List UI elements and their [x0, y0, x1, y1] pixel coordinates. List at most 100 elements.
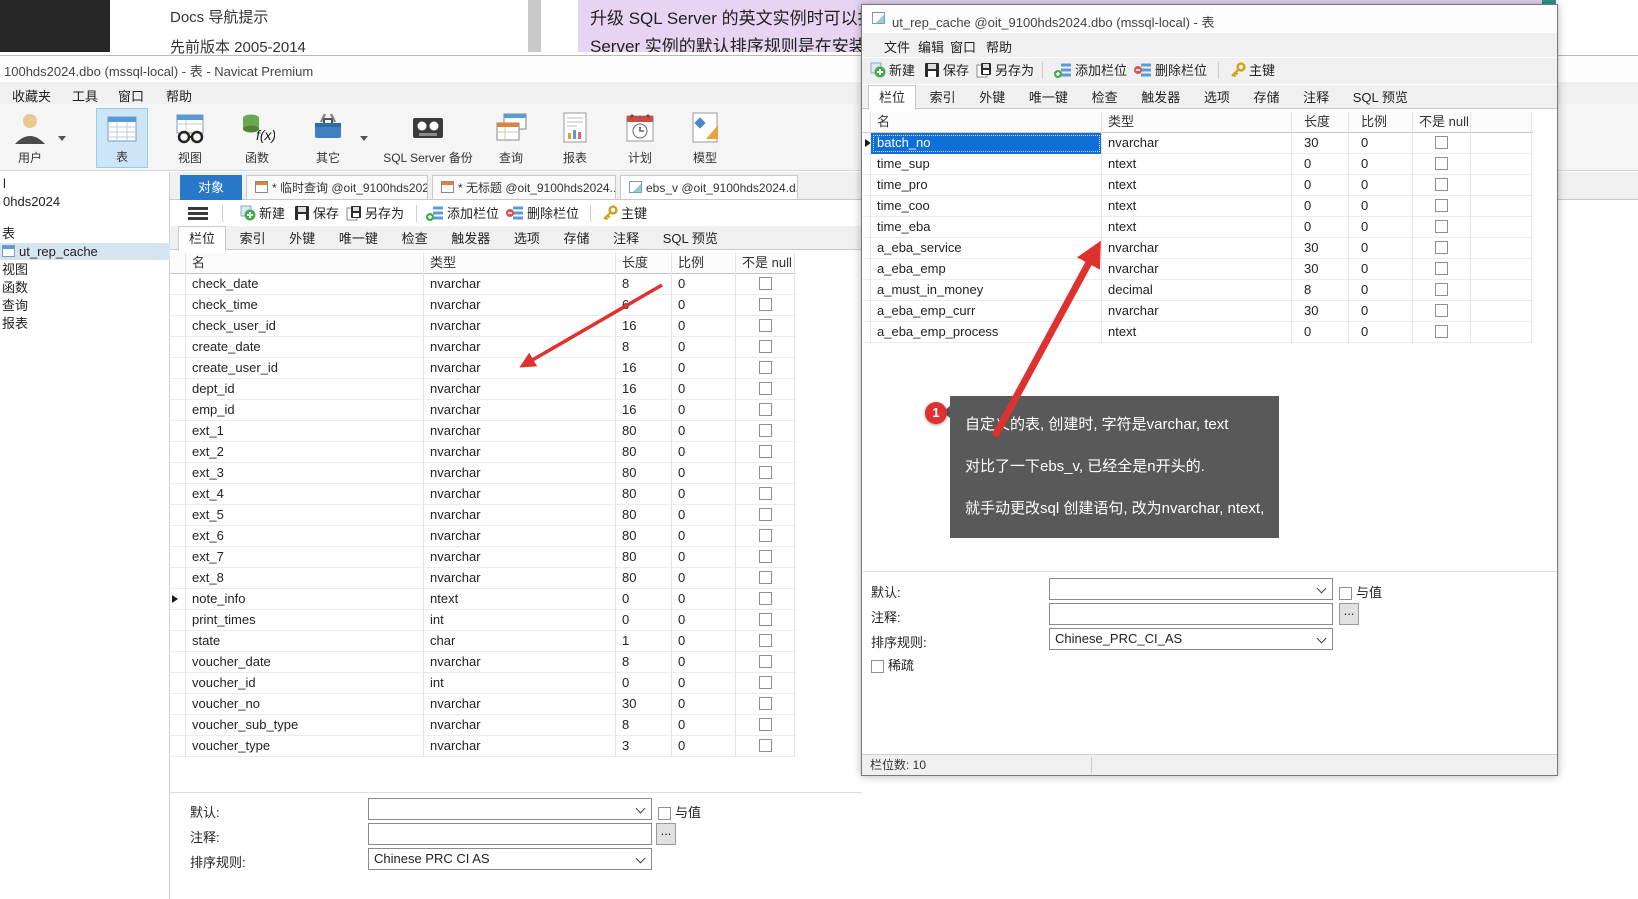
field-type-cell[interactable]: nvarchar: [424, 379, 616, 400]
field-length-cell[interactable]: 16: [616, 379, 672, 400]
col-length[interactable]: 长度: [1292, 112, 1349, 133]
field-name-cell[interactable]: time_eba: [871, 217, 1102, 238]
field-length-cell[interactable]: 0: [1292, 196, 1349, 217]
field-type-cell[interactable]: nvarchar: [424, 463, 616, 484]
field-length-cell[interactable]: 30: [1292, 133, 1349, 154]
field-row[interactable]: ext_5nvarchar800: [170, 505, 796, 526]
not-null-checkbox[interactable]: [1435, 241, 1448, 254]
field-type-cell[interactable]: nvarchar: [424, 274, 616, 295]
tab-objects[interactable]: 对象: [180, 175, 242, 200]
tab-sql-preview[interactable]: SQL 预览: [653, 227, 728, 251]
tab-storage[interactable]: 存储: [1243, 86, 1289, 110]
field-row[interactable]: dept_idnvarchar160: [170, 379, 796, 400]
field-scale-cell[interactable]: 0: [1349, 133, 1413, 154]
primary-key-button[interactable]: 主键: [602, 204, 647, 224]
field-length-cell[interactable]: 8: [616, 652, 672, 673]
tab-ebs-v-design[interactable]: ebs_v @oit_9100hds2024.d...: [620, 175, 798, 200]
field-scale-cell[interactable]: 0: [1349, 154, 1413, 175]
field-name-cell[interactable]: ext_7: [186, 547, 424, 568]
field-length-cell[interactable]: 30: [616, 694, 672, 715]
tab-sql-preview[interactable]: SQL 预览: [1343, 86, 1418, 110]
not-null-checkbox[interactable]: [759, 739, 772, 752]
field-scale-cell[interactable]: 0: [672, 295, 736, 316]
not-null-checkbox[interactable]: [1435, 283, 1448, 296]
sidebar-item-ut-rep-cache[interactable]: ut_rep_cache: [0, 243, 170, 260]
field-row[interactable]: emp_idnvarchar160: [170, 400, 796, 421]
field-scale-cell[interactable]: 0: [672, 526, 736, 547]
field-scale-cell[interactable]: 0: [672, 694, 736, 715]
field-scale-cell[interactable]: 0: [672, 400, 736, 421]
field-row[interactable]: time_ebantext00: [863, 217, 1533, 238]
not-null-checkbox[interactable]: [759, 403, 772, 416]
not-null-checkbox[interactable]: [1435, 304, 1448, 317]
sparse-checkbox[interactable]: 稀疏: [871, 655, 914, 674]
field-name-cell[interactable]: state: [186, 631, 424, 652]
field-length-cell[interactable]: 80: [616, 526, 672, 547]
not-null-checkbox[interactable]: [759, 634, 772, 647]
field-length-cell[interactable]: 80: [616, 463, 672, 484]
field-length-cell[interactable]: 6: [616, 295, 672, 316]
field-name-cell[interactable]: a_eba_emp_curr: [871, 301, 1102, 322]
not-null-checkbox[interactable]: [759, 319, 772, 332]
field-row[interactable]: voucher_nonvarchar300: [170, 694, 796, 715]
default-combo[interactable]: [1049, 578, 1333, 600]
field-scale-cell[interactable]: 0: [672, 505, 736, 526]
field-type-cell[interactable]: nvarchar: [1102, 301, 1292, 322]
field-row[interactable]: ext_2nvarchar800: [170, 442, 796, 463]
not-null-checkbox[interactable]: [759, 340, 772, 353]
collation-combo[interactable]: Chinese PRC CI AS: [368, 848, 652, 870]
field-scale-cell[interactable]: 0: [1349, 322, 1413, 343]
col-scale[interactable]: 比例: [1349, 112, 1413, 133]
tab-fields[interactable]: 栏位: [868, 85, 916, 110]
field-row[interactable]: batch_nonvarchar300: [863, 133, 1533, 154]
collation-combo[interactable]: Chinese_PRC_CI_AS: [1049, 628, 1333, 650]
sidebar-database[interactable]: 0hds2024: [0, 193, 170, 210]
not-null-checkbox[interactable]: [1435, 262, 1448, 275]
tab-temp-query[interactable]: * 临时查询 @oit_9100hds202...: [246, 175, 428, 200]
others-dropdown-icon[interactable]: [360, 136, 368, 141]
field-type-cell[interactable]: decimal: [1102, 280, 1292, 301]
field-type-cell[interactable]: nvarchar: [424, 736, 616, 757]
field-row[interactable]: print_timesint00: [170, 610, 796, 631]
field-name-cell[interactable]: check_user_id: [186, 316, 424, 337]
field-row[interactable]: check_timenvarchar60: [170, 295, 796, 316]
field-name-cell[interactable]: ext_2: [186, 442, 424, 463]
field-scale-cell[interactable]: 0: [672, 652, 736, 673]
not-null-checkbox[interactable]: [1435, 136, 1448, 149]
field-name-cell[interactable]: time_sup: [871, 154, 1102, 175]
not-null-checkbox[interactable]: [1435, 199, 1448, 212]
menu-file[interactable]: 文件: [884, 37, 910, 56]
field-length-cell[interactable]: 0: [616, 673, 672, 694]
not-null-checkbox[interactable]: [759, 466, 772, 479]
not-null-checkbox[interactable]: [759, 613, 772, 626]
field-name-cell[interactable]: create_date: [186, 337, 424, 358]
tab-uniques[interactable]: 唯一键: [329, 227, 388, 251]
field-name-cell[interactable]: voucher_sub_type: [186, 715, 424, 736]
field-scale-cell[interactable]: 0: [672, 316, 736, 337]
field-row[interactable]: a_eba_servicenvarchar300: [863, 238, 1533, 259]
field-name-cell[interactable]: voucher_no: [186, 694, 424, 715]
field-type-cell[interactable]: ntext: [1102, 217, 1292, 238]
field-type-cell[interactable]: nvarchar: [1102, 259, 1292, 280]
menu-window[interactable]: 窗口: [118, 86, 144, 105]
query-button[interactable]: 查询: [486, 108, 536, 168]
not-null-checkbox[interactable]: [1435, 178, 1448, 191]
tab-triggers[interactable]: 触发器: [441, 227, 500, 251]
field-name-cell[interactable]: a_eba_service: [871, 238, 1102, 259]
field-type-cell[interactable]: ntext: [1102, 175, 1292, 196]
field-row[interactable]: create_user_idnvarchar160: [170, 358, 796, 379]
field-type-cell[interactable]: nvarchar: [424, 568, 616, 589]
not-null-checkbox[interactable]: [759, 361, 772, 374]
comment-input[interactable]: [1049, 603, 1333, 625]
field-length-cell[interactable]: 0: [1292, 175, 1349, 196]
save-as-button[interactable]: 另存为: [976, 61, 1034, 81]
field-type-cell[interactable]: nvarchar: [424, 652, 616, 673]
field-name-cell[interactable]: check_time: [186, 295, 424, 316]
tab-options[interactable]: 选项: [504, 227, 550, 251]
field-length-cell[interactable]: 1: [616, 631, 672, 652]
field-name-cell[interactable]: a_eba_emp: [871, 259, 1102, 280]
field-length-cell[interactable]: 80: [616, 484, 672, 505]
tab-checks[interactable]: 检查: [392, 227, 438, 251]
field-row[interactable]: note_infontext00: [170, 589, 796, 610]
field-type-cell[interactable]: char: [424, 631, 616, 652]
